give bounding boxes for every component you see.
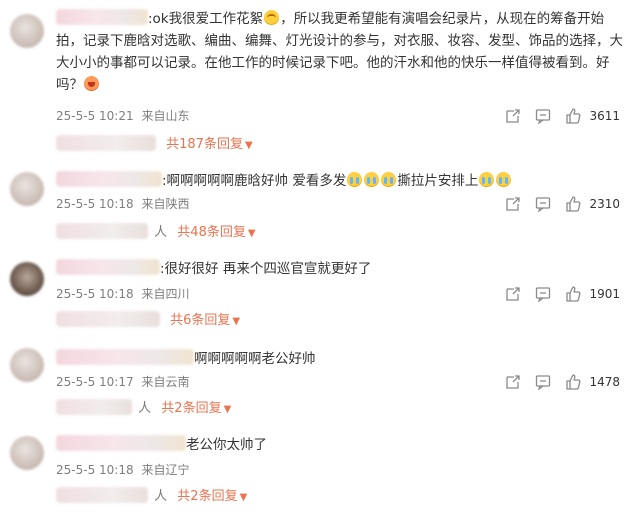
reply-count-link[interactable]: 共187条回复 — [166, 137, 243, 152]
share-icon[interactable] — [505, 286, 521, 302]
like-icon[interactable] — [565, 286, 581, 302]
username[interactable] — [56, 171, 162, 187]
location: 来自辽宁 — [141, 463, 190, 477]
reply-author — [56, 311, 160, 327]
comment-icon[interactable] — [535, 196, 551, 212]
chevron-down-icon: ▼ — [223, 404, 232, 415]
reply-author — [56, 135, 156, 151]
reply-count-link[interactable]: 共2条回复 — [161, 401, 221, 416]
timestamp: 25-5-5 10:18 — [56, 463, 134, 477]
share-icon[interactable] — [505, 196, 521, 212]
chevron-down-icon: ▼ — [247, 228, 256, 239]
reply-author — [56, 223, 148, 239]
crying-emoji-icon — [381, 172, 397, 187]
comment-actions: 2310 — [491, 194, 620, 214]
comment-actions: 3611 — [491, 106, 620, 126]
crying-emoji-icon — [364, 172, 380, 187]
location: 来自云南 — [141, 375, 190, 389]
like-count: 1901 — [589, 287, 620, 301]
crying-emoji-icon — [496, 172, 512, 187]
reply-summary[interactable]: 人 共48条回复 ▼ — [56, 222, 256, 244]
like-count: 3611 — [589, 109, 620, 123]
emoji-icon — [264, 10, 280, 25]
username[interactable] — [56, 9, 148, 25]
comment-meta: 25-5-5 10:18 来自四川 1901 — [56, 284, 630, 304]
avatar[interactable] — [10, 436, 44, 470]
comment-meta: 25-5-5 10:18 来自陕西 2310 — [56, 194, 630, 214]
comment-text: :啊啊啊啊啊鹿晗好帅 爱看多发 撕拉片安排上 — [56, 170, 630, 192]
comment-text: 老公你太帅了 — [56, 434, 630, 456]
reply-summary[interactable]: 人 共2条回复 ▼ — [56, 486, 247, 508]
username[interactable] — [56, 435, 186, 451]
comment-actions: 1901 — [491, 284, 620, 304]
comment-icon[interactable] — [535, 374, 551, 390]
crying-emoji-icon — [347, 172, 363, 187]
reply-summary[interactable]: 共187条回复 ▼ — [56, 134, 253, 156]
comment-actions: 1478 — [491, 372, 620, 392]
share-icon[interactable] — [505, 108, 521, 124]
timestamp: 25-5-5 10:18 — [56, 287, 134, 301]
like-count: 2310 — [589, 197, 620, 211]
chevron-down-icon: ▼ — [232, 316, 241, 327]
avatar[interactable] — [10, 262, 44, 296]
comment-icon[interactable] — [535, 286, 551, 302]
like-icon[interactable] — [565, 108, 581, 124]
reply-count-link[interactable]: 共2条回复 — [177, 489, 237, 504]
avatar[interactable] — [10, 172, 44, 206]
reply-summary[interactable]: 共6条回复 ▼ — [56, 310, 240, 332]
timestamp: 25-5-5 10:21 — [56, 109, 134, 123]
location: 来自山东 — [141, 109, 190, 123]
location: 来自四川 — [141, 287, 190, 301]
username[interactable] — [56, 349, 194, 365]
reply-summary[interactable]: 人 共2条回复 ▼ — [56, 398, 231, 420]
comment-icon[interactable] — [535, 108, 551, 124]
timestamp: 25-5-5 10:18 — [56, 197, 134, 211]
comment-meta: 25-5-5 10:18 来自辽宁 — [56, 460, 630, 480]
reply-author — [56, 399, 132, 415]
reply-count-link[interactable]: 共48条回复 — [177, 225, 246, 240]
chevron-down-icon: ▼ — [239, 492, 248, 503]
crying-emoji-icon — [479, 172, 495, 187]
comment-meta: 25-5-5 10:21 来自山东 3611 — [56, 106, 630, 126]
location: 来自陕西 — [141, 197, 190, 211]
comment-text: :很好很好 再来个四巡官宣就更好了 — [56, 258, 630, 280]
chevron-down-icon: ▼ — [244, 140, 253, 151]
comment-text: :ok我很爱工作花絮 ，所以我更希望能有演唱会纪录片，从现在的筹备开始 拍，记录下… — [56, 9, 623, 93]
share-icon[interactable] — [505, 374, 521, 390]
like-count: 1478 — [589, 375, 620, 389]
comment-meta: 25-5-5 10:17 来自云南 1478 — [56, 372, 630, 392]
reply-count-link[interactable]: 共6条回复 — [170, 313, 230, 328]
like-icon[interactable] — [565, 374, 581, 390]
reply-author — [56, 487, 148, 503]
timestamp: 25-5-5 10:17 — [56, 375, 134, 389]
avatar[interactable] — [10, 348, 44, 382]
like-icon[interactable] — [565, 196, 581, 212]
username[interactable] — [56, 259, 160, 275]
emoji-icon — [84, 76, 99, 91]
avatar[interactable] — [10, 14, 44, 48]
comment-text: 啊啊啊啊啊老公好帅 — [56, 348, 630, 370]
